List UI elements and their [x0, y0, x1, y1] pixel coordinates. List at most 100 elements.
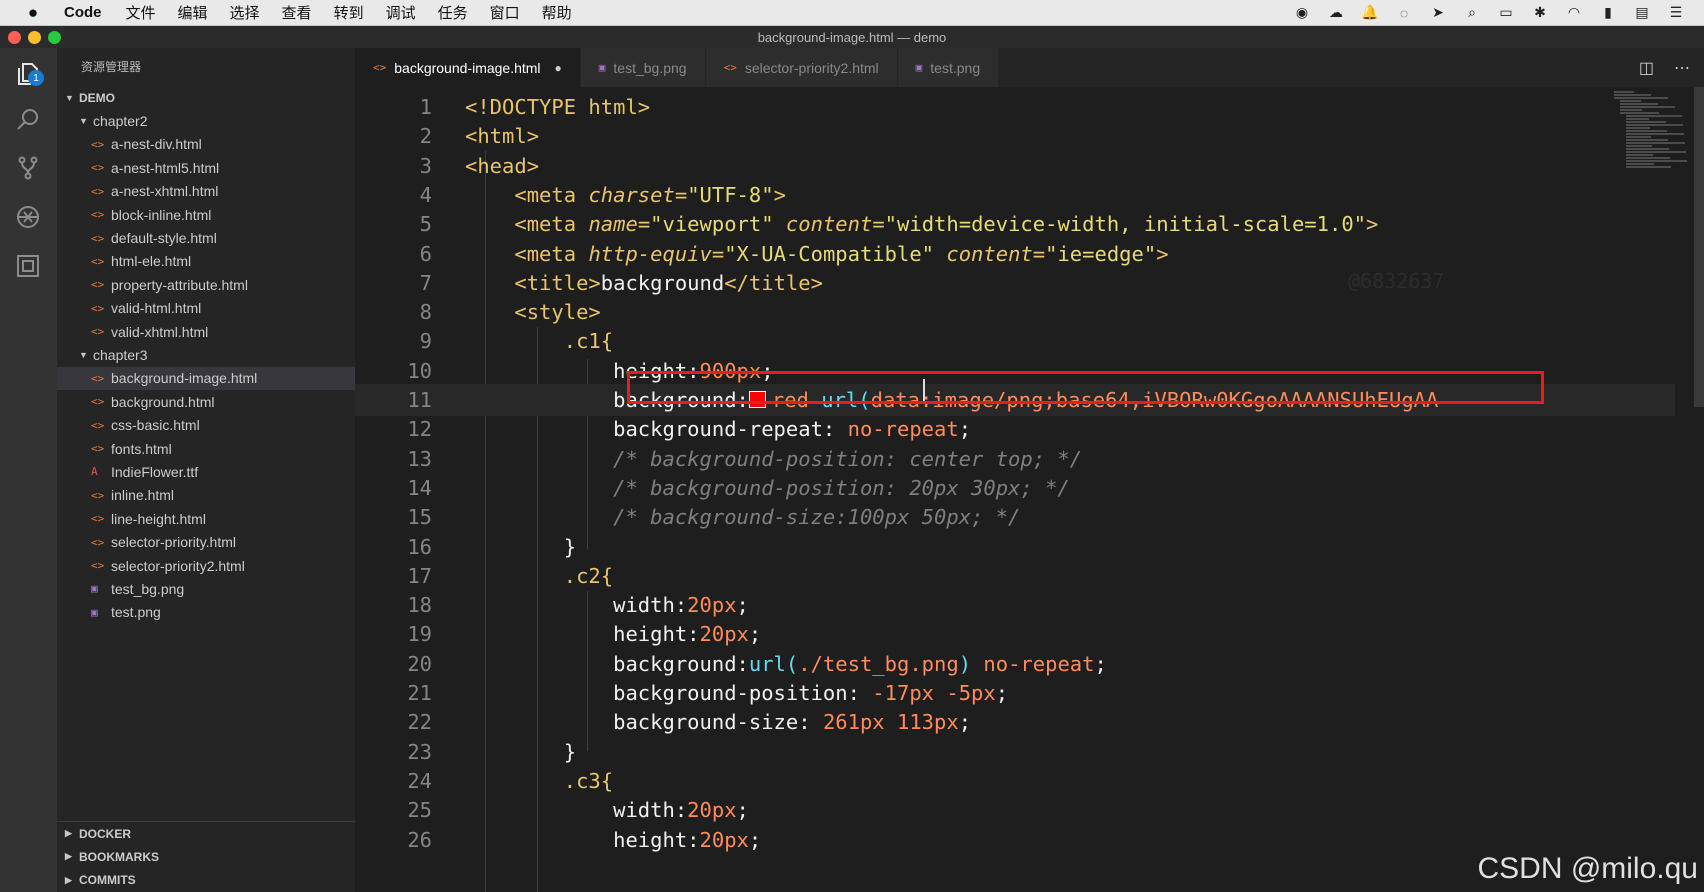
file-item[interactable]: <> background-image.html: [57, 366, 355, 391]
file-item[interactable]: A IndieFlower.ttf: [57, 460, 355, 483]
battery-icon[interactable]: ▮: [1598, 4, 1618, 22]
menu-item-2[interactable]: 选择: [230, 2, 260, 23]
code-token: background-size:: [613, 710, 823, 735]
line-code: background-repeat: no-repeat;: [465, 413, 971, 445]
file-item[interactable]: <> line-height.html: [57, 507, 355, 530]
wifi-icon[interactable]: ◠: [1564, 4, 1584, 22]
code-line: 25 width:20px;: [355, 794, 1675, 826]
minimize-window-button[interactable]: [28, 31, 41, 44]
file-item[interactable]: <> a-nest-div.html: [57, 133, 355, 156]
vertical-scrollbar[interactable]: [1694, 87, 1704, 407]
line-code: .c3{: [465, 765, 613, 797]
apple-menu-icon[interactable]: ●: [20, 0, 46, 25]
list-icon[interactable]: ☰: [1666, 4, 1686, 22]
code-editor[interactable]: 1 <!DOCTYPE html> 2 <html> 3 <head> 4 <meta ch…: [355, 87, 1704, 892]
notification-icon[interactable]: 🔔: [1360, 4, 1380, 22]
minimap-line: [1614, 91, 1634, 93]
file-item[interactable]: <> html-ele.html: [57, 250, 355, 273]
docker-icon[interactable]: ▭: [1496, 4, 1516, 22]
tab-test_bg.png[interactable]: ▣ test_bg.png: [580, 48, 706, 87]
file-item[interactable]: <> css-basic.html: [57, 413, 355, 436]
zoom-window-button[interactable]: [48, 31, 61, 44]
menu-item-0[interactable]: 文件: [126, 2, 156, 23]
section-commits[interactable]: ▶ COMMITS: [57, 869, 355, 892]
tab-selector-priority2.html[interactable]: <> selector-priority2.html: [705, 48, 898, 87]
line-number: 10: [407, 358, 432, 383]
code-token: ): [958, 651, 972, 676]
file-item[interactable]: <> valid-html.html: [57, 297, 355, 320]
close-window-button[interactable]: [8, 31, 21, 44]
source-control-icon[interactable]: [12, 152, 44, 184]
file-label: inline.html: [111, 487, 175, 504]
debug-icon[interactable]: [12, 201, 44, 233]
minimap[interactable]: [1612, 87, 1702, 207]
code-token: 20px: [687, 593, 737, 618]
file-item[interactable]: <> valid-xhtml.html: [57, 320, 355, 343]
send-icon[interactable]: ➤: [1428, 4, 1448, 22]
menu-item-8[interactable]: 帮助: [542, 2, 572, 23]
flag-icon[interactable]: ▤: [1632, 4, 1652, 22]
code-token: ;: [1094, 651, 1107, 676]
code-line: 9 .c1{: [355, 325, 1675, 357]
code-token: background:: [613, 651, 749, 676]
menu-item-1[interactable]: 编辑: [178, 2, 208, 23]
minimap-line: [1626, 136, 1651, 138]
file-item[interactable]: ▣ test_bg.png: [57, 577, 355, 600]
file-label: fonts.html: [111, 440, 172, 457]
folder-chapter3[interactable]: ▼ chapter3: [57, 343, 355, 366]
minimap-line: [1626, 166, 1671, 168]
menu-item-7[interactable]: 窗口: [490, 2, 520, 23]
file-item[interactable]: <> a-nest-xhtml.html: [57, 180, 355, 203]
file-item[interactable]: <> default-style.html: [57, 226, 355, 249]
highlight-annotation-box: [627, 371, 1544, 404]
section-docker[interactable]: ▶ DOCKER: [57, 822, 355, 845]
file-item[interactable]: <> fonts.html: [57, 437, 355, 460]
menu-item-3[interactable]: 查看: [282, 2, 312, 23]
spotlight-icon[interactable]: ⌕: [1462, 4, 1482, 22]
file-item[interactable]: <> background.html: [57, 390, 355, 413]
wechat-icon[interactable]: ◌: [1394, 4, 1414, 22]
file-item[interactable]: <> a-nest-html5.html: [57, 156, 355, 179]
code-token: =: [1032, 241, 1046, 266]
file-item[interactable]: <> selector-priority2.html: [57, 554, 355, 577]
cloud-icon[interactable]: ☁: [1326, 4, 1346, 22]
search-icon[interactable]: [12, 104, 44, 136]
bluetooth-icon[interactable]: ✱: [1530, 4, 1550, 22]
code-token: no-repeat: [983, 651, 1095, 676]
tab-test.png[interactable]: ▣ test.png: [897, 48, 1000, 87]
file-item[interactable]: <> inline.html: [57, 484, 355, 507]
file-item[interactable]: <> selector-priority.html: [57, 530, 355, 553]
file-item[interactable]: <> property-attribute.html: [57, 273, 355, 296]
line-code: .c1{: [465, 325, 613, 357]
app-menu[interactable]: Code: [64, 4, 102, 21]
code-line: 6 <meta http-equiv="X-UA-Compatible" con…: [355, 238, 1675, 270]
code-token: 20px: [699, 622, 749, 647]
split-editor-icon[interactable]: ◫: [1639, 58, 1654, 78]
menu-item-4[interactable]: 转到: [334, 2, 364, 23]
code-token: 20px: [699, 827, 749, 852]
more-actions-icon[interactable]: ⋯: [1674, 58, 1690, 78]
file-label: a-nest-xhtml.html: [111, 183, 219, 200]
section-bookmarks[interactable]: ▶ BOOKMARKS: [57, 845, 355, 868]
line-code: height:20px;: [465, 618, 761, 650]
tab-background-image.html[interactable]: <> background-image.html ●: [355, 48, 581, 87]
line-code: <meta charset="UTF-8">: [465, 179, 786, 211]
code-token: "viewport": [650, 212, 774, 237]
minimap-line: [1620, 100, 1641, 102]
tree-root-demo[interactable]: ▼ DEMO: [57, 86, 355, 109]
folder-chapter2[interactable]: ▼ chapter2: [57, 109, 355, 132]
menu-item-5[interactable]: 调试: [386, 2, 416, 23]
file-item[interactable]: ▣ test.png: [57, 601, 355, 624]
record-icon[interactable]: ◉: [1292, 4, 1312, 22]
line-number: 3: [419, 153, 432, 178]
explorer-badge: 1: [28, 70, 44, 86]
menu-item-6[interactable]: 任务: [438, 2, 468, 23]
line-number: 16: [407, 534, 432, 559]
file-label: selector-priority.html: [111, 534, 236, 551]
file-item[interactable]: <> block-inline.html: [57, 203, 355, 226]
extensions-icon[interactable]: [12, 250, 44, 282]
